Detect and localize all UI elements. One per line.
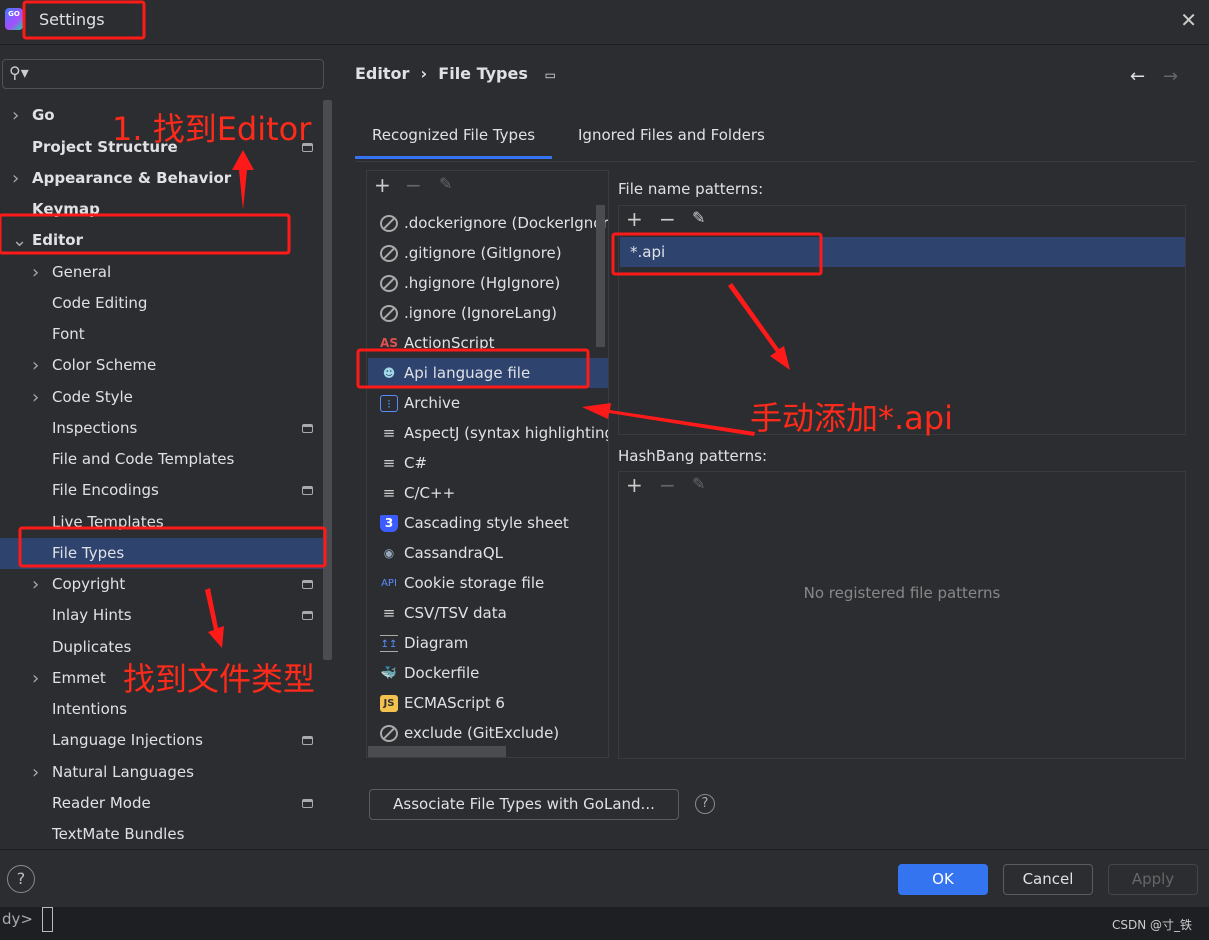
annotation-box-title <box>22 0 146 40</box>
annotation-step3: 手动添加*.api <box>750 399 953 437</box>
annotation-box-file-types <box>18 526 327 568</box>
arrow-up <box>232 150 254 210</box>
annotation-box-pattern <box>611 232 823 276</box>
annotation-box-editor <box>0 213 291 255</box>
arrow-left <box>582 403 755 436</box>
annotation-arrows <box>205 150 790 648</box>
annotation-step2: 找到文件类型 <box>123 660 316 698</box>
annotation-step1: 1. 找到Editor <box>112 110 312 148</box>
arrow-down <box>205 588 224 648</box>
arrow-down-right <box>728 283 790 370</box>
annotation-box-api-file <box>356 348 590 389</box>
